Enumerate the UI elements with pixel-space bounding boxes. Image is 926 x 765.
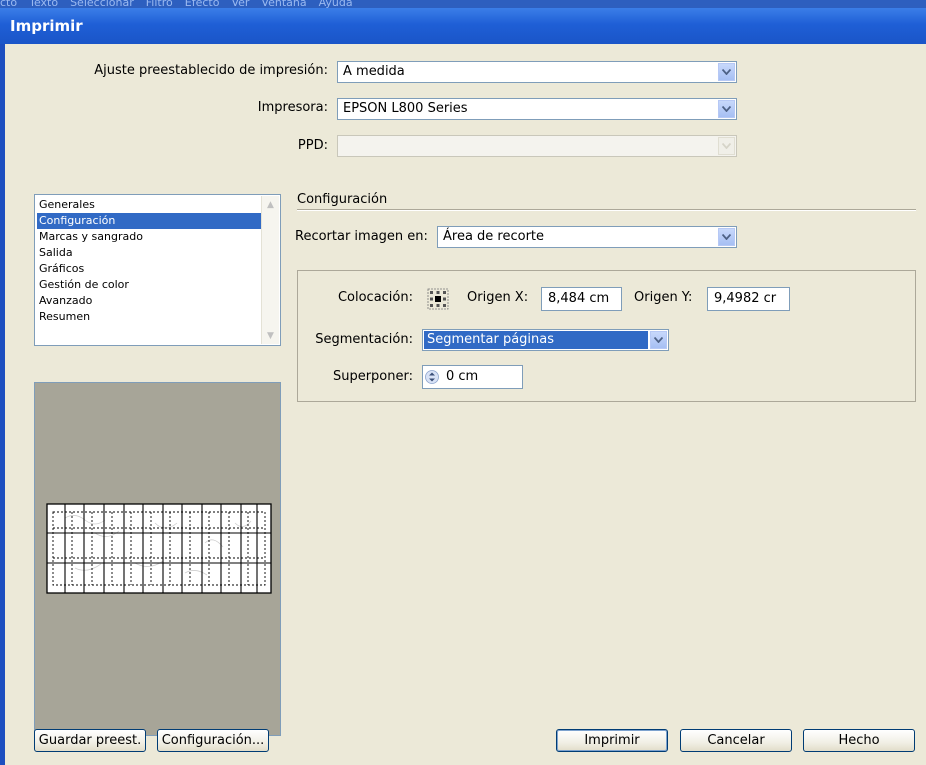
origin-y-field[interactable]: 9,4982 cr [707,287,790,311]
list-scrollbar[interactable]: ▲ ▼ [261,196,279,344]
printer-select[interactable]: EPSON L800 Series [337,98,737,120]
setup-button[interactable]: Configuración... [157,729,269,752]
tiling-value: Segmentar páginas [424,331,648,349]
scroll-up-icon[interactable]: ▲ [262,196,279,213]
scroll-down-icon[interactable]: ▼ [262,327,279,344]
tiling-label: Segmentación: [315,332,413,347]
category-item[interactable]: Gráficos [37,261,84,277]
category-item[interactable]: Generales [37,197,95,213]
printer-label: Impresora: [257,100,328,115]
done-button[interactable]: Hecho [803,729,915,752]
category-item[interactable]: Marcas y sangrado [37,229,143,245]
preset-label: Ajuste preestablecido de impresión: [94,63,328,78]
overlap-label: Superponer: [332,369,413,384]
crop-label: Recortar imagen en: [295,229,428,244]
origin-x-label: Origen X: [467,290,529,305]
print-button[interactable]: Imprimir [556,729,668,752]
placement-proxy-icon[interactable] [427,288,449,310]
chevron-down-icon [718,137,735,155]
category-item[interactable]: Salida [37,245,73,261]
chevron-down-icon[interactable] [718,63,735,81]
save-preset-button[interactable]: Guardar preest. [34,729,146,752]
section-title: Configuración [297,192,388,207]
printer-value: EPSON L800 Series [343,101,468,116]
crop-value: Área de recorte [443,229,545,244]
ppd-label: PPD: [297,138,328,153]
category-item[interactable]: Avanzado [37,293,92,309]
crop-select[interactable]: Área de recorte [437,226,737,248]
origin-y-label: Origen Y: [634,290,693,305]
preset-select[interactable]: A medida [337,61,737,83]
category-item[interactable]: Resumen [37,309,90,325]
print-preview [34,382,281,736]
placement-label: Colocación: [337,290,413,305]
chevron-down-icon[interactable] [650,331,667,349]
cancel-button[interactable]: Cancelar [680,729,792,752]
stepper-icon[interactable] [425,369,439,385]
section-divider [297,209,916,211]
category-item[interactable]: Gestión de color [37,277,129,293]
chevron-down-icon[interactable] [718,228,735,246]
origin-x-field[interactable]: 8,484 cm [541,287,622,311]
ppd-select [337,135,737,157]
preset-value: A medida [343,64,405,79]
category-list[interactable]: Generales Configuración Marcas y sangrado S… [34,194,281,346]
dialog-title: Imprimir [0,8,926,44]
chevron-down-icon[interactable] [718,100,735,118]
tiling-select[interactable]: Segmentar páginas [422,329,669,351]
tiled-page-preview-icon [46,503,272,594]
category-item[interactable]: Configuración [37,213,262,229]
